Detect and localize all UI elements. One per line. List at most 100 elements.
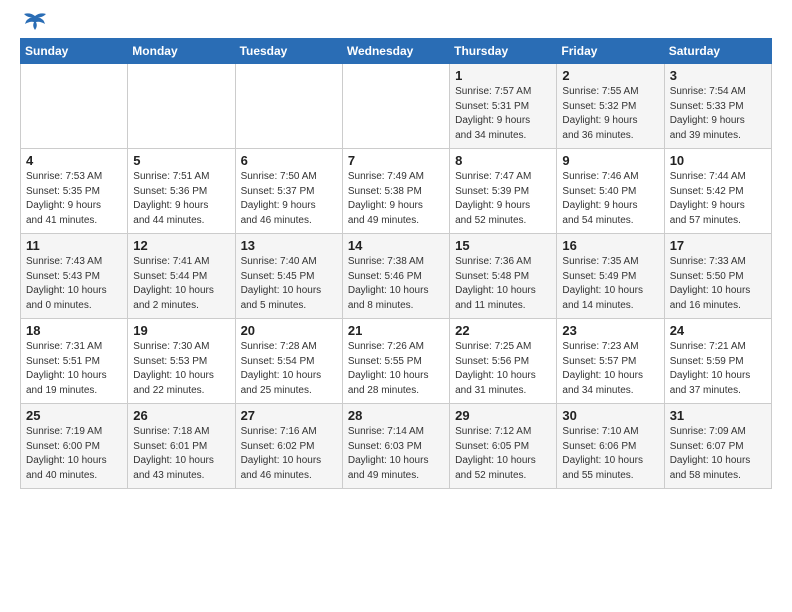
calendar-cell	[342, 64, 449, 149]
calendar-week-row: 18Sunrise: 7:31 AM Sunset: 5:51 PM Dayli…	[21, 319, 772, 404]
day-info: Sunrise: 7:46 AM Sunset: 5:40 PM Dayligh…	[562, 170, 658, 228]
calendar-week-row: 4Sunrise: 7:53 AM Sunset: 5:35 PM Daylig…	[21, 149, 772, 234]
calendar-cell: 4Sunrise: 7:53 AM Sunset: 5:35 PM Daylig…	[21, 149, 128, 234]
day-info: Sunrise: 7:49 AM Sunset: 5:38 PM Dayligh…	[348, 170, 444, 228]
calendar-cell	[235, 64, 342, 149]
calendar-cell: 1Sunrise: 7:57 AM Sunset: 5:31 PM Daylig…	[450, 64, 557, 149]
day-info: Sunrise: 7:10 AM Sunset: 6:06 PM Dayligh…	[562, 425, 658, 483]
day-info: Sunrise: 7:30 AM Sunset: 5:53 PM Dayligh…	[133, 340, 229, 398]
day-number: 24	[670, 323, 766, 338]
day-info: Sunrise: 7:47 AM Sunset: 5:39 PM Dayligh…	[455, 170, 551, 228]
day-info: Sunrise: 7:19 AM Sunset: 6:00 PM Dayligh…	[26, 425, 122, 483]
day-info: Sunrise: 7:54 AM Sunset: 5:33 PM Dayligh…	[670, 85, 766, 143]
calendar-cell: 23 Sunrise: 7:23 AM Sunset: 5:57 PM Dayli…	[557, 319, 664, 404]
day-info: Sunrise: 7:57 AM Sunset: 5:31 PM Dayligh…	[455, 85, 551, 143]
calendar-cell: 20 Sunrise: 7:28 AM Sunset: 5:54 PM Dayli…	[235, 319, 342, 404]
logo	[20, 16, 48, 30]
day-number: 29	[455, 408, 551, 423]
calendar-cell: 27 Sunrise: 7:16 AM Sunset: 6:02 PM Dayli…	[235, 404, 342, 489]
day-number: 12	[133, 238, 229, 253]
day-info: Sunrise: 7:28 AM Sunset: 5:54 PM Dayligh…	[241, 340, 337, 398]
calendar-cell: 26Sunrise: 7:18 AM Sunset: 6:01 PM Dayli…	[128, 404, 235, 489]
column-header-saturday: Saturday	[664, 39, 771, 64]
calendar-cell: 2 Sunrise: 7:55 AM Sunset: 5:32 PM Daylig…	[557, 64, 664, 149]
calendar-cell: 31Sunrise: 7:09 AM Sunset: 6:07 PM Dayli…	[664, 404, 771, 489]
day-number: 14	[348, 238, 444, 253]
day-number: 5	[133, 153, 229, 168]
day-number: 15	[455, 238, 551, 253]
day-number: 25	[26, 408, 122, 423]
day-number: 23	[562, 323, 658, 338]
calendar-cell: 25 Sunrise: 7:19 AM Sunset: 6:00 PM Dayli…	[21, 404, 128, 489]
calendar-cell: 18Sunrise: 7:31 AM Sunset: 5:51 PM Dayli…	[21, 319, 128, 404]
day-number: 3	[670, 68, 766, 83]
day-info: Sunrise: 7:33 AM Sunset: 5:50 PM Dayligh…	[670, 255, 766, 313]
day-info: Sunrise: 7:43 AM Sunset: 5:43 PM Dayligh…	[26, 255, 122, 313]
day-info: Sunrise: 7:35 AM Sunset: 5:49 PM Dayligh…	[562, 255, 658, 313]
calendar-cell: 16 Sunrise: 7:35 AM Sunset: 5:49 PM Dayli…	[557, 234, 664, 319]
day-number: 11	[26, 238, 122, 253]
calendar-cell: 10 Sunrise: 7:44 AM Sunset: 5:42 PM Dayli…	[664, 149, 771, 234]
column-header-thursday: Thursday	[450, 39, 557, 64]
day-number: 6	[241, 153, 337, 168]
day-info: Sunrise: 7:23 AM Sunset: 5:57 PM Dayligh…	[562, 340, 658, 398]
calendar-cell: 11 Sunrise: 7:43 AM Sunset: 5:43 PM Dayli…	[21, 234, 128, 319]
day-number: 31	[670, 408, 766, 423]
day-info: Sunrise: 7:44 AM Sunset: 5:42 PM Dayligh…	[670, 170, 766, 228]
calendar-cell: 21Sunrise: 7:26 AM Sunset: 5:55 PM Dayli…	[342, 319, 449, 404]
day-number: 28	[348, 408, 444, 423]
day-number: 20	[241, 323, 337, 338]
calendar-table: SundayMondayTuesdayWednesdayThursdayFrid…	[20, 38, 772, 489]
calendar-cell: 17 Sunrise: 7:33 AM Sunset: 5:50 PM Dayli…	[664, 234, 771, 319]
column-header-sunday: Sunday	[21, 39, 128, 64]
calendar-cell: 15Sunrise: 7:36 AM Sunset: 5:48 PM Dayli…	[450, 234, 557, 319]
calendar-cell: 5 Sunrise: 7:51 AM Sunset: 5:36 PM Daylig…	[128, 149, 235, 234]
day-number: 22	[455, 323, 551, 338]
day-number: 17	[670, 238, 766, 253]
column-header-friday: Friday	[557, 39, 664, 64]
day-number: 26	[133, 408, 229, 423]
logo-bird-icon	[22, 12, 48, 34]
calendar-cell: 3 Sunrise: 7:54 AM Sunset: 5:33 PM Daylig…	[664, 64, 771, 149]
calendar-cell: 29 Sunrise: 7:12 AM Sunset: 6:05 PM Dayli…	[450, 404, 557, 489]
day-info: Sunrise: 7:40 AM Sunset: 5:45 PM Dayligh…	[241, 255, 337, 313]
calendar-cell: 8 Sunrise: 7:47 AM Sunset: 5:39 PM Daylig…	[450, 149, 557, 234]
day-number: 7	[348, 153, 444, 168]
day-info: Sunrise: 7:51 AM Sunset: 5:36 PM Dayligh…	[133, 170, 229, 228]
day-info: Sunrise: 7:16 AM Sunset: 6:02 PM Dayligh…	[241, 425, 337, 483]
calendar-cell: 9 Sunrise: 7:46 AM Sunset: 5:40 PM Daylig…	[557, 149, 664, 234]
calendar-cell	[21, 64, 128, 149]
day-number: 4	[26, 153, 122, 168]
day-number: 9	[562, 153, 658, 168]
calendar-cell: 7 Sunrise: 7:49 AM Sunset: 5:38 PM Daylig…	[342, 149, 449, 234]
day-info: Sunrise: 7:14 AM Sunset: 6:03 PM Dayligh…	[348, 425, 444, 483]
day-info: Sunrise: 7:12 AM Sunset: 6:05 PM Dayligh…	[455, 425, 551, 483]
day-number: 8	[455, 153, 551, 168]
calendar-week-row: 1Sunrise: 7:57 AM Sunset: 5:31 PM Daylig…	[21, 64, 772, 149]
calendar-cell: 19Sunrise: 7:30 AM Sunset: 5:53 PM Dayli…	[128, 319, 235, 404]
column-header-tuesday: Tuesday	[235, 39, 342, 64]
day-info: Sunrise: 7:26 AM Sunset: 5:55 PM Dayligh…	[348, 340, 444, 398]
day-info: Sunrise: 7:50 AM Sunset: 5:37 PM Dayligh…	[241, 170, 337, 228]
calendar-cell: 24 Sunrise: 7:21 AM Sunset: 5:59 PM Dayli…	[664, 319, 771, 404]
day-info: Sunrise: 7:41 AM Sunset: 5:44 PM Dayligh…	[133, 255, 229, 313]
calendar-cell: 6 Sunrise: 7:50 AM Sunset: 5:37 PM Daylig…	[235, 149, 342, 234]
day-info: Sunrise: 7:21 AM Sunset: 5:59 PM Dayligh…	[670, 340, 766, 398]
day-number: 13	[241, 238, 337, 253]
calendar-cell: 13 Sunrise: 7:40 AM Sunset: 5:45 PM Dayli…	[235, 234, 342, 319]
day-info: Sunrise: 7:55 AM Sunset: 5:32 PM Dayligh…	[562, 85, 658, 143]
calendar-cell: 22 Sunrise: 7:25 AM Sunset: 5:56 PM Dayli…	[450, 319, 557, 404]
column-header-wednesday: Wednesday	[342, 39, 449, 64]
day-info: Sunrise: 7:31 AM Sunset: 5:51 PM Dayligh…	[26, 340, 122, 398]
day-number: 16	[562, 238, 658, 253]
day-info: Sunrise: 7:25 AM Sunset: 5:56 PM Dayligh…	[455, 340, 551, 398]
day-number: 2	[562, 68, 658, 83]
calendar-week-row: 25 Sunrise: 7:19 AM Sunset: 6:00 PM Dayli…	[21, 404, 772, 489]
page-header	[20, 16, 772, 30]
day-info: Sunrise: 7:38 AM Sunset: 5:46 PM Dayligh…	[348, 255, 444, 313]
day-number: 27	[241, 408, 337, 423]
day-number: 10	[670, 153, 766, 168]
calendar-cell: 12 Sunrise: 7:41 AM Sunset: 5:44 PM Dayli…	[128, 234, 235, 319]
column-header-monday: Monday	[128, 39, 235, 64]
calendar-header-row: SundayMondayTuesdayWednesdayThursdayFrid…	[21, 39, 772, 64]
